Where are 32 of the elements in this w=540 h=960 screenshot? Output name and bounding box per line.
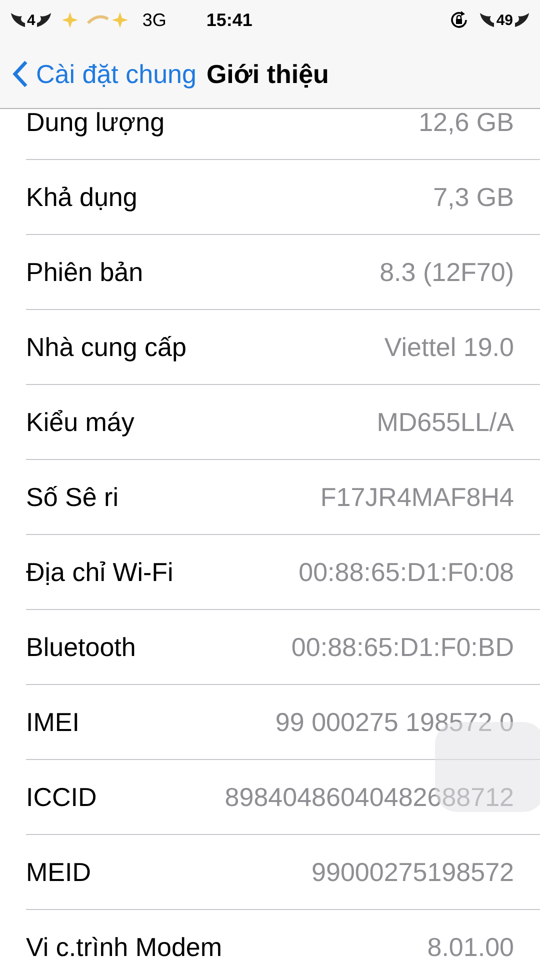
row-value: 12,6 GB [418, 109, 514, 138]
row-label: Bluetooth [26, 632, 136, 662]
row-value: 7,3 GB [433, 182, 514, 212]
row-value: 8.3 (12F70) [380, 256, 514, 288]
back-button[interactable]: Cài đặt chung [12, 58, 196, 90]
row-label: IMEI [26, 706, 80, 738]
rotation-lock-icon [449, 10, 470, 30]
battery-badge: 49 [479, 11, 530, 29]
row-label: Vi c.trình Modem [26, 932, 222, 960]
row-label: Phiên bản [26, 256, 144, 288]
row-value: 89840486040482688712 [224, 782, 514, 812]
row-value: F17JR4MAF8H4 [320, 482, 514, 512]
row-value: 8.01.00 [427, 932, 514, 960]
row-label: Số Sê ri [26, 482, 118, 512]
status-time: 15:41 [206, 10, 252, 30]
row-label: Địa chỉ Wi-Fi [26, 556, 174, 588]
row-label: ICCID [26, 782, 97, 812]
row-value: MD655LL/A [376, 406, 514, 438]
chevron-left-icon [12, 60, 28, 88]
row-label: Nhà cung cấp [26, 332, 186, 362]
page-title: Giới thiệu [206, 58, 329, 90]
network-type: 3G [142, 10, 166, 30]
row-value: 99 000275 198572 0 [275, 706, 514, 738]
carrier-badge: 4 [10, 11, 52, 29]
row-label: Khả dụng [26, 182, 138, 212]
row-label: Kiểu máy [26, 406, 134, 438]
row-label: MEID [26, 856, 91, 888]
row-label: Dung lượng [26, 109, 165, 138]
row-value: 00:88:65:D1:F0:BD [291, 632, 514, 662]
row-value: 99000275198572 [312, 856, 514, 888]
row-value: 00:88:65:D1:F0:08 [298, 556, 514, 588]
row-value: Viettel 19.0 [384, 332, 514, 362]
